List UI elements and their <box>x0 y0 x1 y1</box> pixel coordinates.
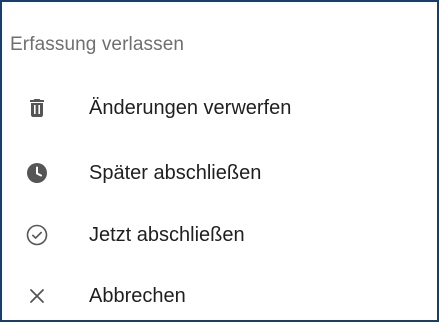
discard-changes-item[interactable]: Änderungen verwerfen <box>2 79 437 137</box>
check-circle-icon <box>25 223 49 247</box>
cancel-item[interactable]: Abbrechen <box>2 267 437 325</box>
trash-icon <box>25 96 49 120</box>
cancel-label: Abbrechen <box>89 285 186 307</box>
close-icon <box>25 284 49 308</box>
finish-later-label: Später abschließen <box>89 162 262 184</box>
finish-now-item[interactable]: Jetzt abschließen <box>2 206 437 264</box>
sheet-title: Erfassung verlassen <box>10 34 185 55</box>
exit-capture-sheet: Erfassung verlassen Änderungen verwerfen… <box>0 0 439 322</box>
discard-changes-label: Änderungen verwerfen <box>89 97 292 119</box>
finish-now-label: Jetzt abschließen <box>89 224 245 246</box>
clock-icon <box>25 161 49 185</box>
finish-later-item[interactable]: Später abschließen <box>2 144 437 202</box>
